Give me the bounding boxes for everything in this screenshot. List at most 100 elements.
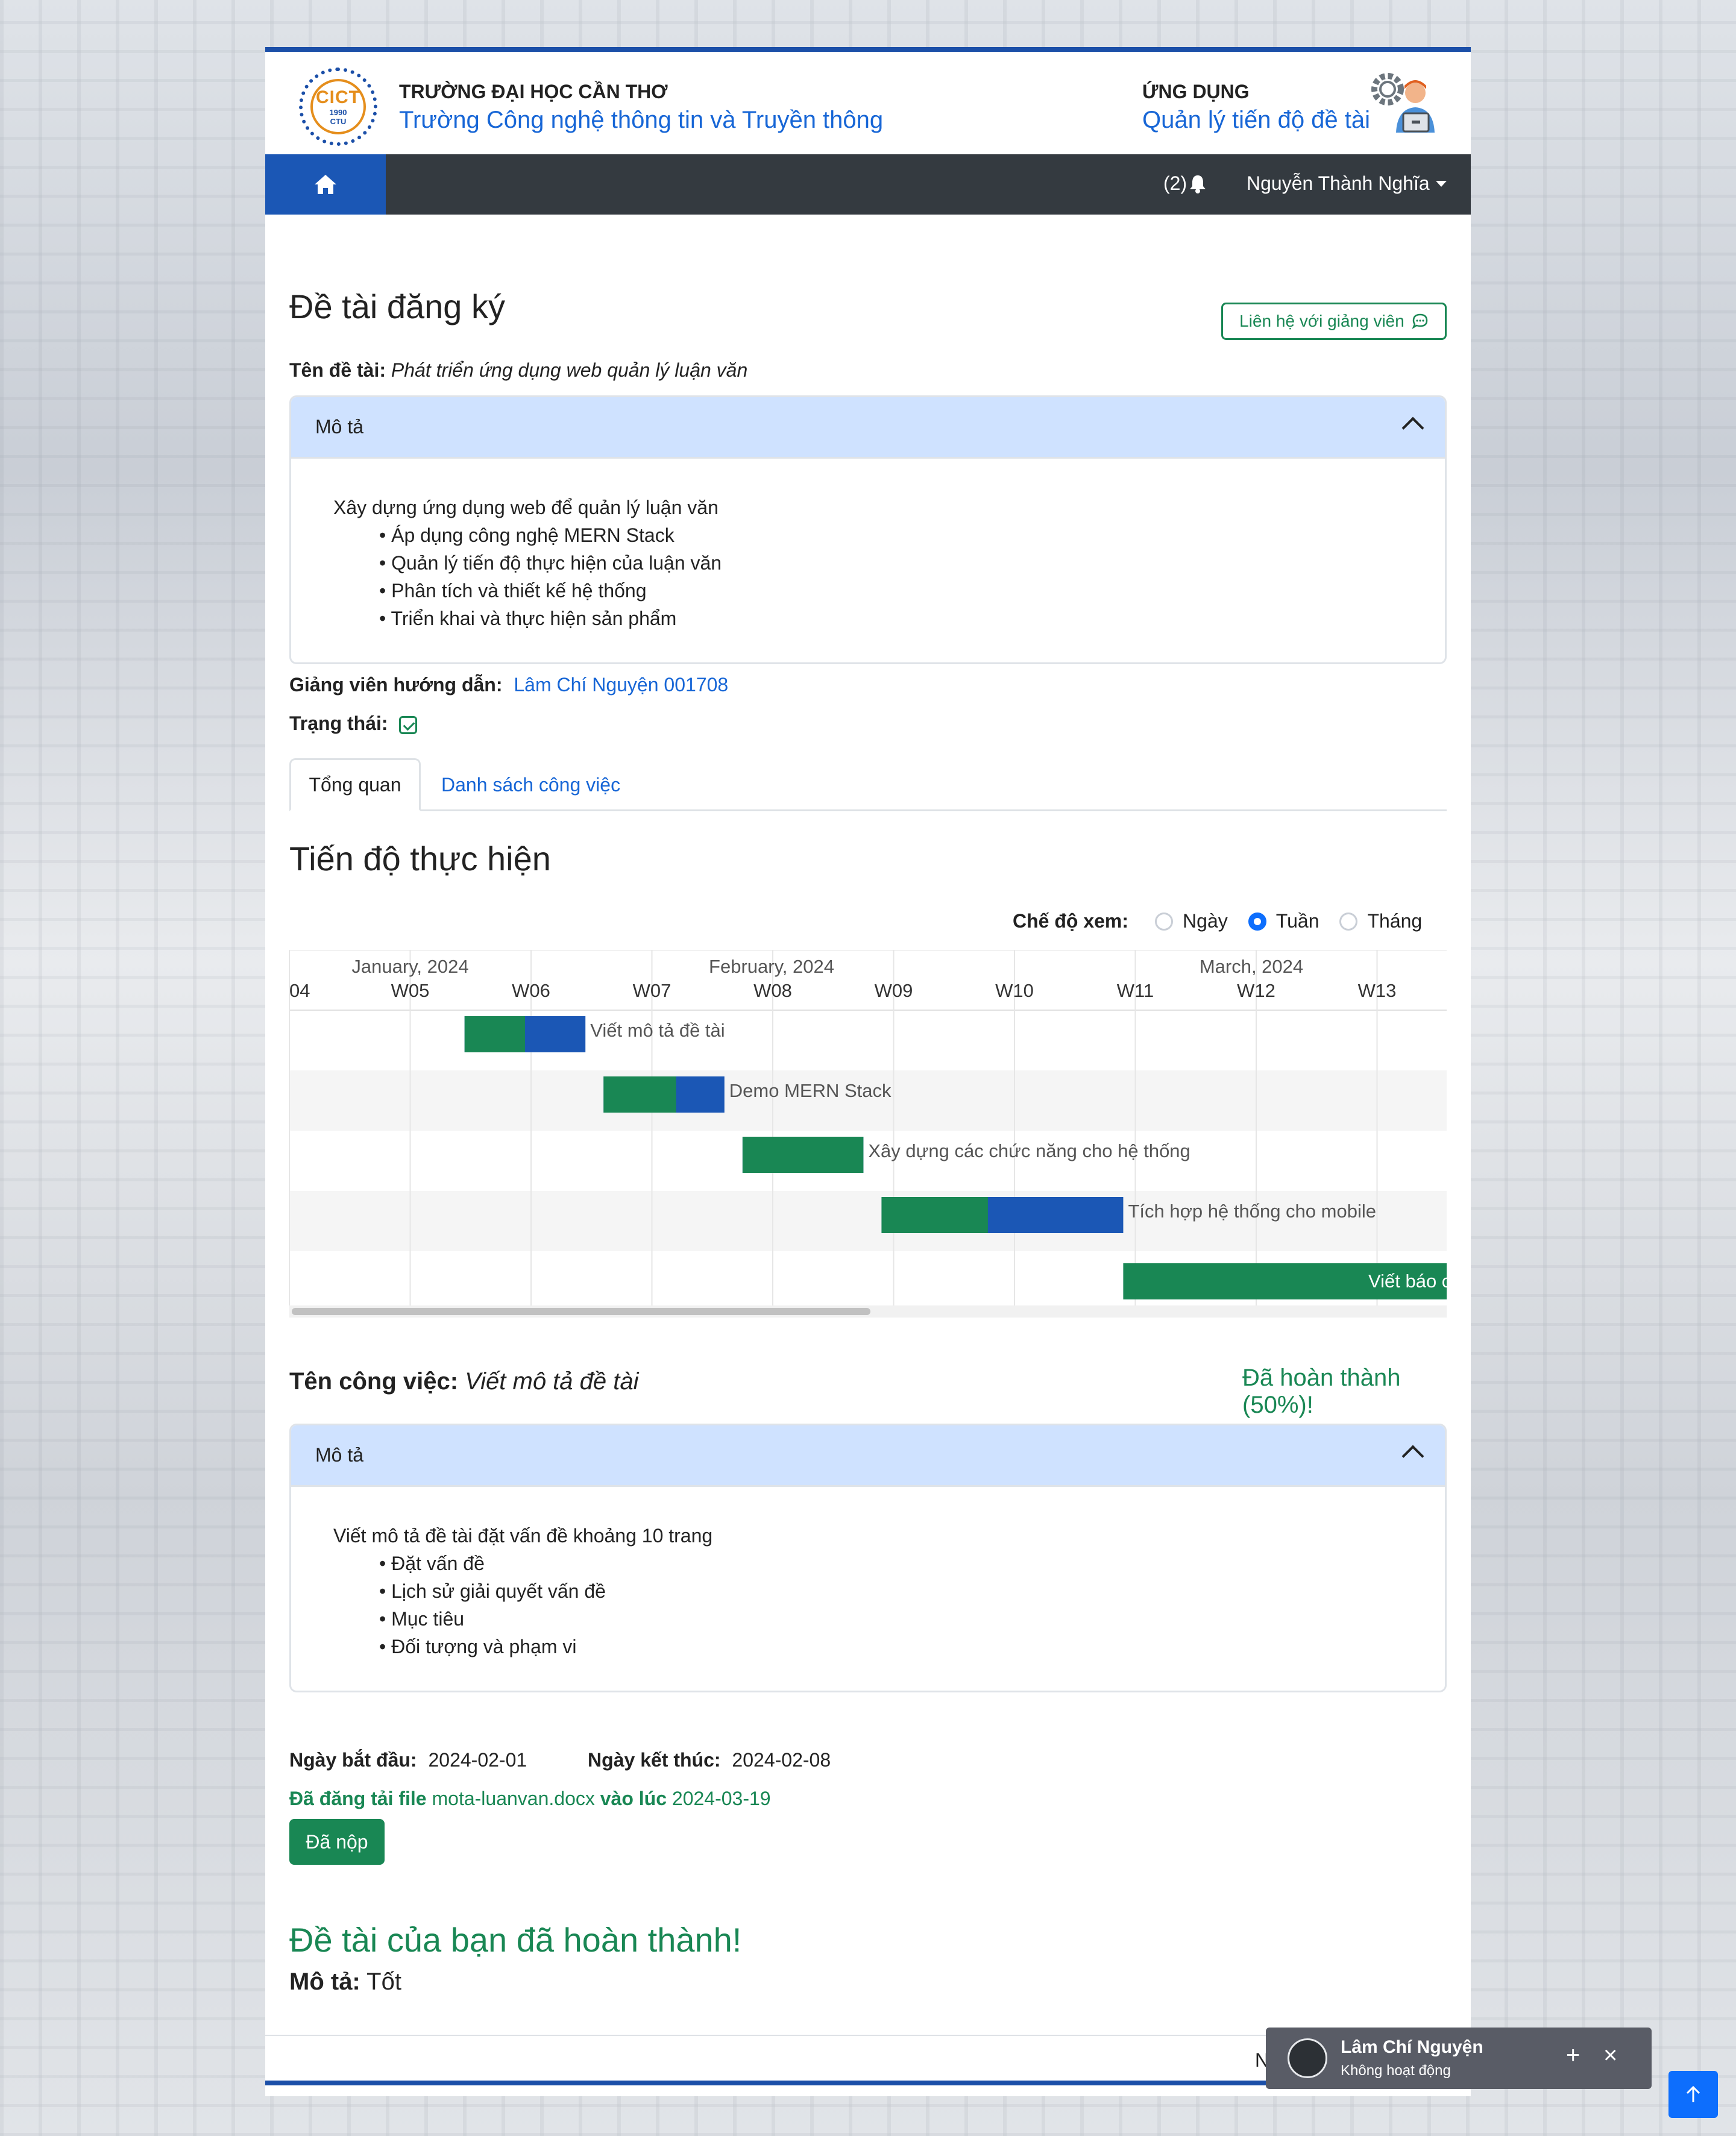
caret-down-icon [1435,180,1447,187]
gantt-bar-label: Tích hợp hệ thống cho mobile [1128,1201,1376,1222]
gantt-month-label: March, 2024 [1200,956,1303,977]
gantt-bar-progress [464,1016,525,1052]
topic-name-value: Phát triển ứng dụng web quản lý luận văn [391,359,748,381]
university-name: TRƯỜNG ĐẠI HỌC CẦN THƠ [399,81,668,102]
notification-count: (2) [1163,172,1187,194]
gantt-week-label: W13 [1358,980,1397,1001]
gantt-week-label: W08 [753,980,792,1001]
close-icon[interactable]: × [1603,2042,1617,2069]
task-name-row: Tên công việc: Viết mô tả đề tài [289,1368,639,1395]
chat-widget[interactable]: Lâm Chí Nguyện Không hoạt động + × [1266,2028,1652,2089]
arrow-up-icon [1686,2085,1700,2102]
list-item: • Áp dụng công nghệ MERN Stack [379,524,675,546]
gantt-week-label: W10 [995,980,1034,1001]
task-name-value: Viết mô tả đề tài [465,1368,639,1395]
status-row: Trạng thái: [289,712,418,735]
navbar: (2) Nguyễn Thành Nghĩa [265,154,1471,215]
task-description-toggle[interactable]: Mô tả [291,1425,1445,1487]
task-description-body: Viết mô tả đề tài đặt vấn đề khoảng 10 t… [291,1487,1445,1660]
gantt-week-label: W06 [512,980,550,1001]
task-status: Đã hoàn thành (50%)! [1242,1365,1401,1418]
status-label: Trạng thái: [289,712,388,734]
gantt-bar-label: Viết báo c [1368,1271,1447,1292]
home-button[interactable] [265,154,386,215]
topic-description-toggle[interactable]: Mô tả [291,397,1445,459]
gantt-week-label: W07 [633,980,671,1001]
user-name: Nguyễn Thành Nghĩa [1247,172,1430,194]
topic-description-body: Xây dựng ứng dụng web để quản lý luận vă… [291,459,1445,632]
app-label: ỨNG DỤNG [1142,81,1250,102]
list-item: • Lịch sử giải quyết vấn đề [379,1580,606,1602]
list-item: • Quản lý tiến độ thực hiện của luận văn [379,552,722,574]
gantt-bar-label: Demo MERN Stack [729,1080,892,1101]
view-mode-label: Chế độ xem: [1013,910,1129,932]
start-date-label: Ngày bắt đầu: [289,1749,417,1771]
upload-mid: vào lúc [600,1788,667,1809]
gantt-month-label: January, 2024 [351,956,468,977]
list-item: • Đặt vấn đề [379,1553,485,1574]
list-item: • Mục tiêu [379,1608,465,1630]
start-date-value: 2024-02-01 [428,1749,527,1771]
description-intro: Xây dựng ứng dụng web để quản lý luận vă… [333,497,719,518]
finished-message: Đề tài của bạn đã hoàn thành! [289,1921,742,1959]
chat-contact-name: Lâm Chí Nguyện [1341,2037,1483,2057]
view-mode-day-radio[interactable]: Ngày [1155,910,1228,932]
gantt-bar-progress [742,1137,864,1173]
list-item: • Triển khai và thực hiện sản phẩm [379,608,677,629]
logo-text: CICT [316,87,360,107]
list-item: • Đối tượng và phạm vi [379,1636,577,1657]
gantt-bar-label: Xây dựng các chức năng cho hệ thống [868,1140,1190,1161]
view-mode-week-radio[interactable]: Tuần [1248,910,1319,932]
chevron-up-icon [1401,1445,1424,1468]
user-menu-dropdown[interactable]: Nguyễn Thành Nghĩa [1247,172,1447,195]
school-name: Trường Công nghệ thông tin và Truyền thô… [399,107,884,133]
home-icon [315,175,336,194]
plus-icon[interactable]: + [1566,2042,1580,2069]
logo-year: 1990 [329,108,347,117]
app-name: Quản lý tiến độ đề tài [1142,107,1371,133]
app-title-block: ỨNG DỤNG Quản lý tiến độ đề tài [1142,81,1370,134]
end-date-label: Ngày kết thúc: [588,1749,721,1771]
gantt-chart: January, 2024 February, 2024 March, 2024 04… [289,950,1447,1318]
end-date-value: 2024-02-08 [732,1749,831,1771]
result-description: Mô tả: Tốt [289,1968,401,1996]
notification-button[interactable]: (2) [1163,172,1206,195]
description-intro: Viết mô tả đề tài đặt vấn đề khoảng 10 t… [333,1525,713,1547]
logo-sub: CTU [330,117,347,126]
topic-name-row: Tên đề tài: Phát triển ứng dụng web quản… [289,359,747,382]
cict-logo[interactable]: CICT 1990 CTU [299,68,377,146]
gantt-week-label: W12 [1237,980,1275,1001]
gear-user-icon [1371,73,1435,133]
gantt-week-label: W09 [875,980,913,1001]
topic-description-accordion: Mô tả Xây dựng ứng dụng web để quản lý l… [289,395,1447,664]
top-accent-line [265,47,1471,52]
gantt-month-label: February, 2024 [709,956,834,977]
contact-lecturer-button[interactable]: Liên hệ với giảng viên [1221,303,1447,340]
supervisor-label: Giảng viên hướng dẫn: [289,674,503,696]
submitted-button[interactable]: Đã nộp [289,1819,385,1865]
result-desc-label: Mô tả: [289,1968,360,1995]
chevron-up-icon [1401,416,1424,439]
horizontal-scrollbar-thumb[interactable] [292,1308,870,1315]
uploaded-file-link[interactable]: mota-luanvan.docx [432,1788,594,1809]
gantt-bar-progress [603,1076,676,1113]
supervisor-row: Giảng viên hướng dẫn: Lâm Chí Nguyện 001… [289,674,728,696]
supervisor-link[interactable]: Lâm Chí Nguyện 001708 [514,674,728,696]
gantt-week-label: W05 [391,980,430,1001]
topic-name-label: Tên đề tài: [289,359,386,381]
accordion-title: Mô tả [315,1444,364,1466]
upload-prefix: Đã đăng tải file [289,1788,427,1809]
view-mode-selector: Chế độ xem: Ngày Tuần Tháng [1013,910,1442,932]
task-dates-row: Ngày bắt đầu: 2024-02-01 Ngày kết thúc: … [289,1749,831,1771]
task-name-label: Tên công việc: [289,1368,459,1395]
tab-task-list[interactable]: Danh sách công việc [441,758,620,811]
gantt-bar-label: Viết mô tả đề tài [590,1020,725,1041]
view-mode-month-radio[interactable]: Tháng [1339,910,1422,932]
chat-contact-status: Không hoạt động [1341,2062,1451,2079]
accordion-title: Mô tả [315,416,364,438]
list-item: • Phân tích và thiết kế hệ thống [379,580,647,602]
scroll-to-top-button[interactable] [1668,2071,1718,2118]
upload-date: 2024-03-19 [671,1788,771,1809]
tab-overview[interactable]: Tổng quan [289,758,421,811]
tab-bar: Tổng quan Danh sách công việc [289,758,1447,811]
